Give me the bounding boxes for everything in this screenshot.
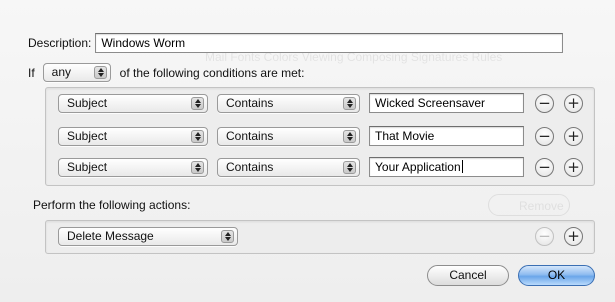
ok-button[interactable]: OK: [518, 265, 595, 286]
add-condition-button[interactable]: +: [564, 127, 583, 146]
cancel-button[interactable]: Cancel: [427, 265, 509, 286]
popup-arrows-icon: [343, 97, 356, 110]
condition-field-popup[interactable]: Subject: [58, 158, 208, 177]
condition-field-popup[interactable]: Subject: [58, 94, 208, 113]
condition-field-value: Subject: [67, 160, 108, 174]
condition-operator-popup[interactable]: Contains: [217, 158, 360, 177]
text-cursor: [461, 160, 463, 173]
condition-operator-popup[interactable]: Contains: [217, 127, 360, 146]
add-action-button[interactable]: +: [564, 227, 583, 246]
popup-arrows-icon: [343, 161, 356, 174]
condition-value-field[interactable]: Your Application: [369, 157, 524, 177]
popup-arrows-icon: [93, 66, 107, 79]
popup-arrows-icon: [221, 230, 234, 243]
condition-value-wrapper: Your Application: [369, 157, 524, 177]
action-value: Delete Message: [67, 229, 154, 243]
description-row: Description: Windows Worm: [28, 33, 564, 53]
remove-action-button[interactable]: −: [535, 227, 554, 246]
popup-arrows-icon: [191, 130, 204, 143]
match-row: If any of the following conditions are m…: [28, 63, 304, 82]
add-condition-button[interactable]: +: [564, 158, 583, 177]
condition-field-value: Subject: [67, 129, 108, 143]
remove-condition-button[interactable]: −: [535, 94, 554, 113]
popup-arrows-icon: [191, 161, 204, 174]
match-mode-value: any: [51, 65, 72, 79]
conditions-suffix-label: of the following conditions are met:: [119, 65, 305, 80]
rules-edit-sheet: Mail Fonts Colors Viewing Composing Sign…: [0, 0, 615, 302]
add-condition-button[interactable]: +: [564, 94, 583, 113]
description-label: Description:: [28, 36, 92, 50]
match-mode-popup[interactable]: any: [42, 63, 111, 82]
remove-condition-button[interactable]: −: [535, 158, 554, 177]
condition-value-field[interactable]: Wicked Screensaver: [369, 93, 524, 113]
condition-operator-value: Contains: [226, 160, 274, 174]
background-remove-button-frame: [488, 194, 570, 216]
condition-value-field[interactable]: That Movie: [369, 126, 524, 146]
actions-label: Perform the following actions:: [33, 198, 191, 212]
popup-arrows-icon: [191, 97, 204, 110]
condition-operator-value: Contains: [226, 96, 274, 110]
popup-arrows-icon: [343, 130, 356, 143]
condition-field-popup[interactable]: Subject: [58, 127, 208, 146]
condition-value-text: Your Application: [375, 160, 461, 174]
condition-operator-popup[interactable]: Contains: [217, 94, 360, 113]
action-popup[interactable]: Delete Message: [58, 227, 238, 246]
condition-field-value: Subject: [67, 96, 108, 110]
remove-condition-button[interactable]: −: [535, 127, 554, 146]
condition-operator-value: Contains: [226, 129, 274, 143]
if-label: If: [28, 65, 35, 80]
description-field[interactable]: Windows Worm: [95, 33, 564, 53]
